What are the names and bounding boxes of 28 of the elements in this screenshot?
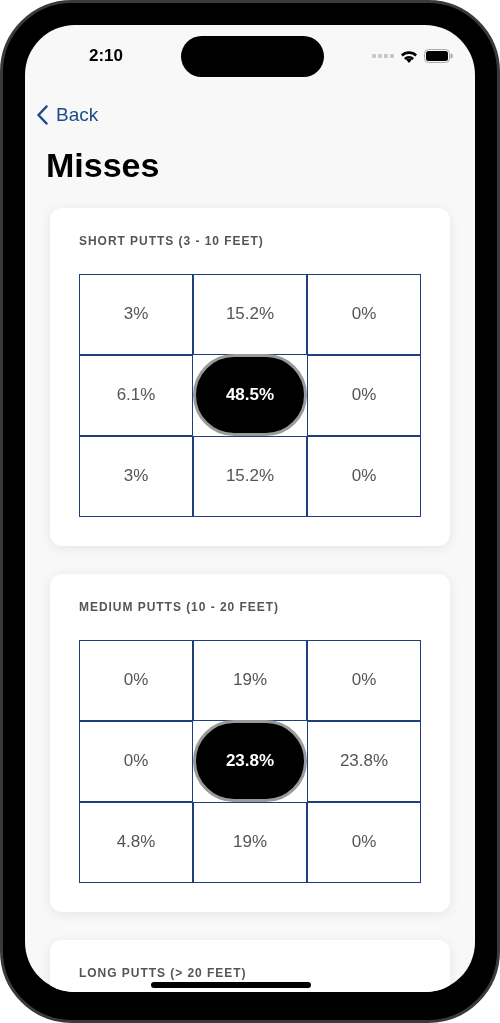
miss-zone-cell: 23.8% [307,720,421,802]
miss-zone-cell: 4.8% [79,801,193,883]
page-title: Misses [45,144,161,186]
miss-zone-cell: 15.2% [193,435,307,517]
section-title: MEDIUM PUTTS (10 - 20 FEET) [79,598,280,616]
miss-zone-cell: 0% [79,639,193,721]
miss-zone-cell: 3% [79,435,193,517]
section-title: LONG PUTTS (> 20 FEET) [79,964,248,982]
section-title: SHORT PUTTS (3 - 10 FEET) [79,232,265,250]
center-percentage: 48.5% [193,354,307,436]
miss-zone-cell: 0% [79,720,193,802]
miss-zone-cell: 6.1% [79,354,193,436]
miss-zone-cell: 3% [79,273,193,355]
miss-zone-cell: 0% [307,435,421,517]
miss-zone-cell: 0% [307,273,421,355]
chevron-left-icon [37,105,48,126]
miss-zone-cell: 19% [193,801,307,883]
wifi-icon [400,49,418,63]
miss-zone-cell: 19% [193,639,307,721]
miss-zone-cell: 0% [307,639,421,721]
center-percentage: 23.8% [193,720,307,802]
signal-icon [372,54,394,58]
back-button[interactable]: Back [37,101,99,130]
miss-zone-cell: 0% [307,354,421,436]
miss-zone-cell: 0% [307,801,421,883]
status-time: 2:10 [89,45,124,68]
battery-icon [424,49,453,63]
miss-zone-cell: 15.2% [193,273,307,355]
